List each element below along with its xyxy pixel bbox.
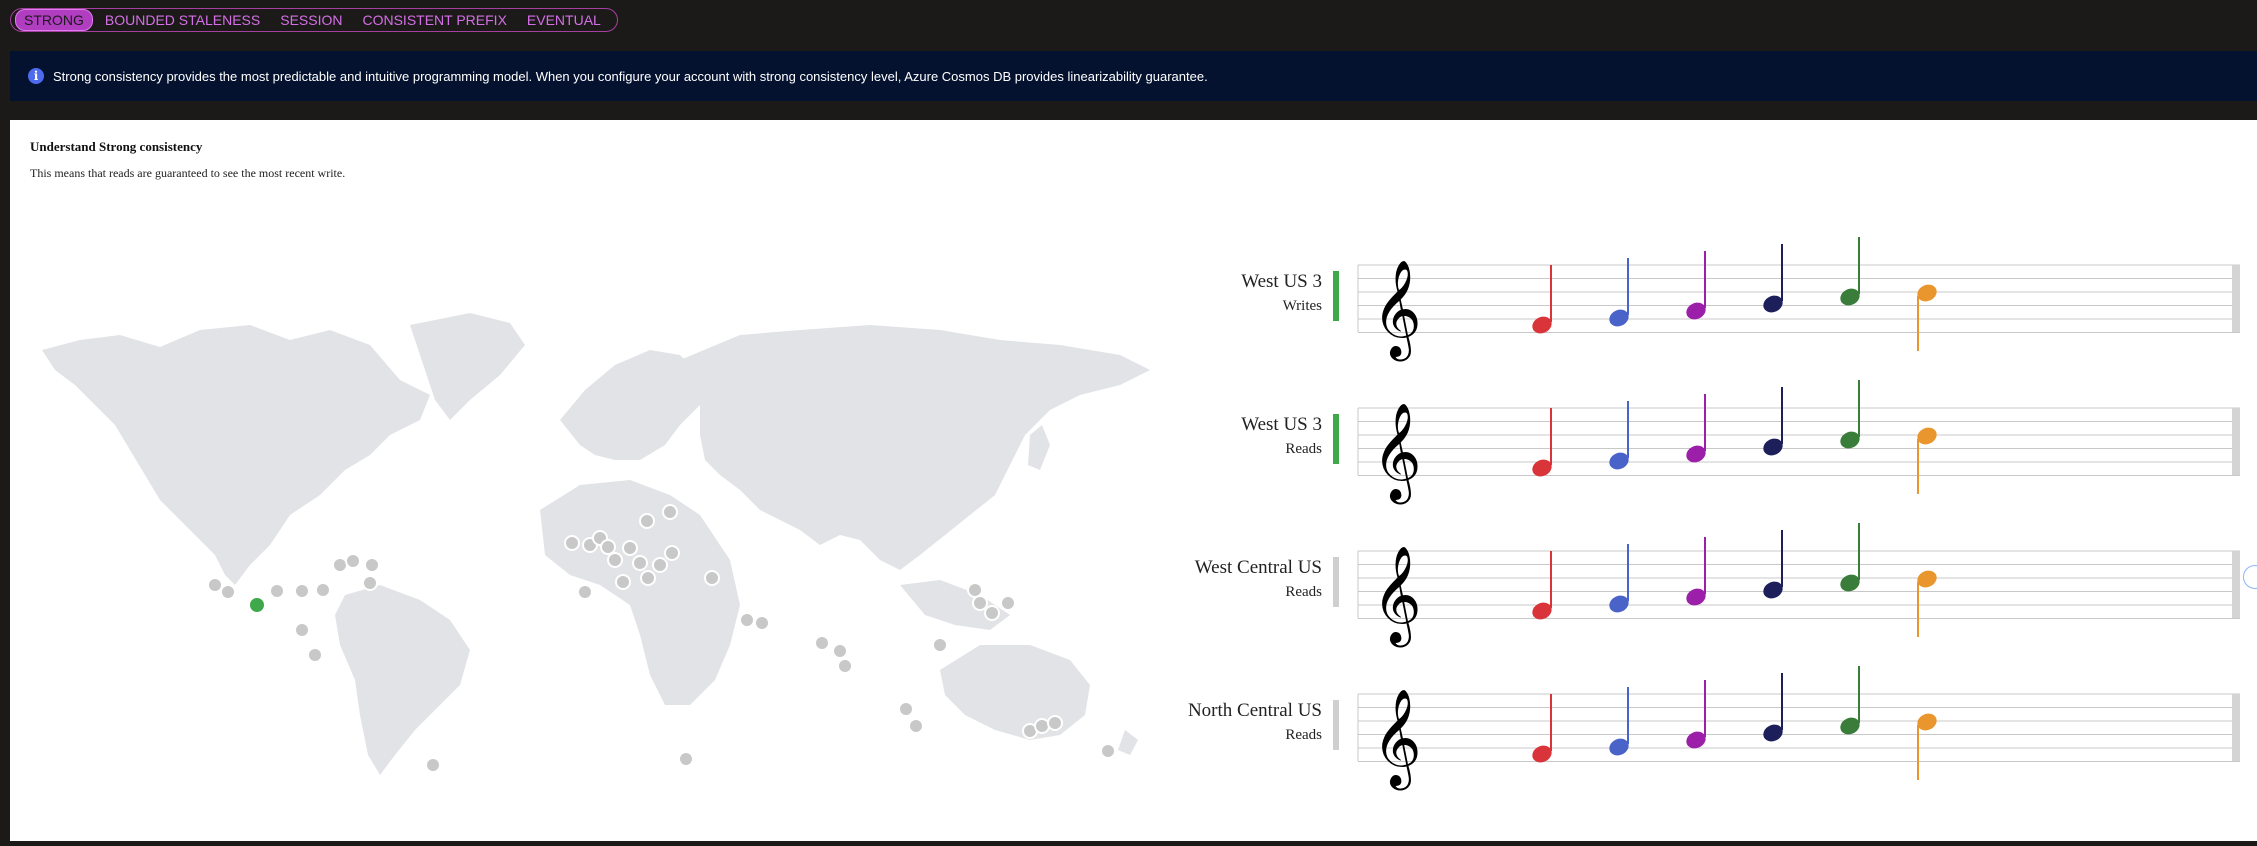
- region-marker[interactable]: [932, 637, 948, 653]
- region-role: Writes: [1283, 298, 1323, 314]
- staff-end-bar: [2232, 408, 2240, 475]
- region-marker[interactable]: [622, 540, 638, 556]
- region-marker[interactable]: [294, 622, 310, 638]
- region-name: West Central US: [1195, 557, 1322, 578]
- region-marker[interactable]: [837, 658, 853, 674]
- region-marker[interactable]: [315, 582, 331, 598]
- region-marker[interactable]: [632, 555, 648, 571]
- region-marker[interactable]: [662, 504, 678, 520]
- region-marker[interactable]: [577, 584, 593, 600]
- region-staff-row: West Central US Reads 𝄞: [1195, 523, 2240, 647]
- region-role: Reads: [1285, 441, 1322, 457]
- treble-clef-icon: 𝄞: [1372, 688, 1422, 790]
- region-marker[interactable]: [364, 557, 380, 573]
- region-status-bar: [1333, 414, 1339, 464]
- region-marker[interactable]: [967, 582, 983, 598]
- region-staff-row: West US 3 Writes 𝄞: [1241, 237, 2240, 361]
- region-marker[interactable]: [362, 575, 378, 591]
- consistency-level-tabs: STRONG BOUNDED STALENESS SESSION CONSIST…: [10, 8, 618, 32]
- region-marker[interactable]: [615, 574, 631, 590]
- region-marker[interactable]: [739, 612, 755, 628]
- region-role: Reads: [1285, 727, 1322, 743]
- region-staff-row: West US 3 Reads 𝄞: [1241, 380, 2240, 504]
- region-marker[interactable]: [678, 751, 694, 767]
- region-marker[interactable]: [972, 595, 988, 611]
- consistency-panel: Understand Strong consistency This means…: [10, 120, 2257, 841]
- treble-clef-icon: 𝄞: [1372, 402, 1422, 504]
- region-marker[interactable]: [704, 570, 720, 586]
- region-marker[interactable]: [294, 583, 310, 599]
- region-marker[interactable]: [600, 539, 616, 555]
- region-marker[interactable]: [345, 553, 361, 569]
- music-staffs: West US 3Writes 𝄞West US 3Reads 𝄞West Cent…: [1188, 237, 2240, 790]
- region-status-bar: [1333, 700, 1339, 750]
- region-marker[interactable]: [908, 718, 924, 734]
- region-marker[interactable]: [814, 635, 830, 651]
- region-marker[interactable]: [652, 557, 668, 573]
- region-marker[interactable]: [220, 584, 236, 600]
- tab-session[interactable]: SESSION: [272, 10, 350, 30]
- info-icon: i: [28, 68, 44, 84]
- bottom-strip: [0, 841, 2257, 846]
- region-marker[interactable]: [640, 570, 656, 586]
- staff-end-bar: [2232, 265, 2240, 332]
- region-marker[interactable]: [639, 513, 655, 529]
- tab-consistent-prefix[interactable]: CONSISTENT PREFIX: [354, 10, 514, 30]
- region-role: Reads: [1285, 584, 1322, 600]
- tab-bounded-staleness[interactable]: BOUNDED STALENESS: [97, 10, 268, 30]
- region-name: West US 3: [1241, 271, 1322, 292]
- panel-title: Understand Strong consistency: [30, 139, 203, 154]
- region-marker[interactable]: [1000, 595, 1016, 611]
- region-marker[interactable]: [425, 757, 441, 773]
- region-status-bar: [1333, 557, 1339, 607]
- region-marker[interactable]: [307, 647, 323, 663]
- staff-end-bar: [2232, 551, 2240, 618]
- treble-clef-icon: 𝄞: [1372, 259, 1422, 361]
- region-status-bar: [1333, 271, 1339, 321]
- region-marker[interactable]: [564, 535, 580, 551]
- treble-clef-icon: 𝄞: [1372, 545, 1422, 647]
- active-region-marker[interactable]: [248, 596, 266, 614]
- panel-subtitle: This means that reads are guaranteed to …: [30, 166, 346, 180]
- region-marker[interactable]: [664, 545, 680, 561]
- region-marker[interactable]: [607, 552, 623, 568]
- region-marker[interactable]: [984, 605, 1000, 621]
- region-marker[interactable]: [1047, 715, 1063, 731]
- region-marker[interactable]: [832, 643, 848, 659]
- region-marker[interactable]: [269, 583, 285, 599]
- region-name: North Central US: [1188, 700, 1322, 721]
- region-name: West US 3: [1241, 414, 1322, 435]
- region-marker[interactable]: [332, 557, 348, 573]
- world-map: [42, 313, 1150, 775]
- tab-eventual[interactable]: EVENTUAL: [519, 10, 609, 30]
- region-marker[interactable]: [1034, 718, 1050, 734]
- region-staff-row: North Central US Reads 𝄞: [1188, 666, 2240, 790]
- region-marker[interactable]: [1100, 743, 1116, 759]
- region-marker[interactable]: [207, 577, 223, 593]
- info-banner-text: Strong consistency provides the most pre…: [53, 68, 1208, 84]
- info-banner: i Strong consistency provides the most p…: [10, 51, 2257, 101]
- staff-end-bar: [2232, 694, 2240, 761]
- region-marker[interactable]: [898, 701, 914, 717]
- region-marker[interactable]: [754, 615, 770, 631]
- tab-strong[interactable]: STRONG: [15, 9, 93, 31]
